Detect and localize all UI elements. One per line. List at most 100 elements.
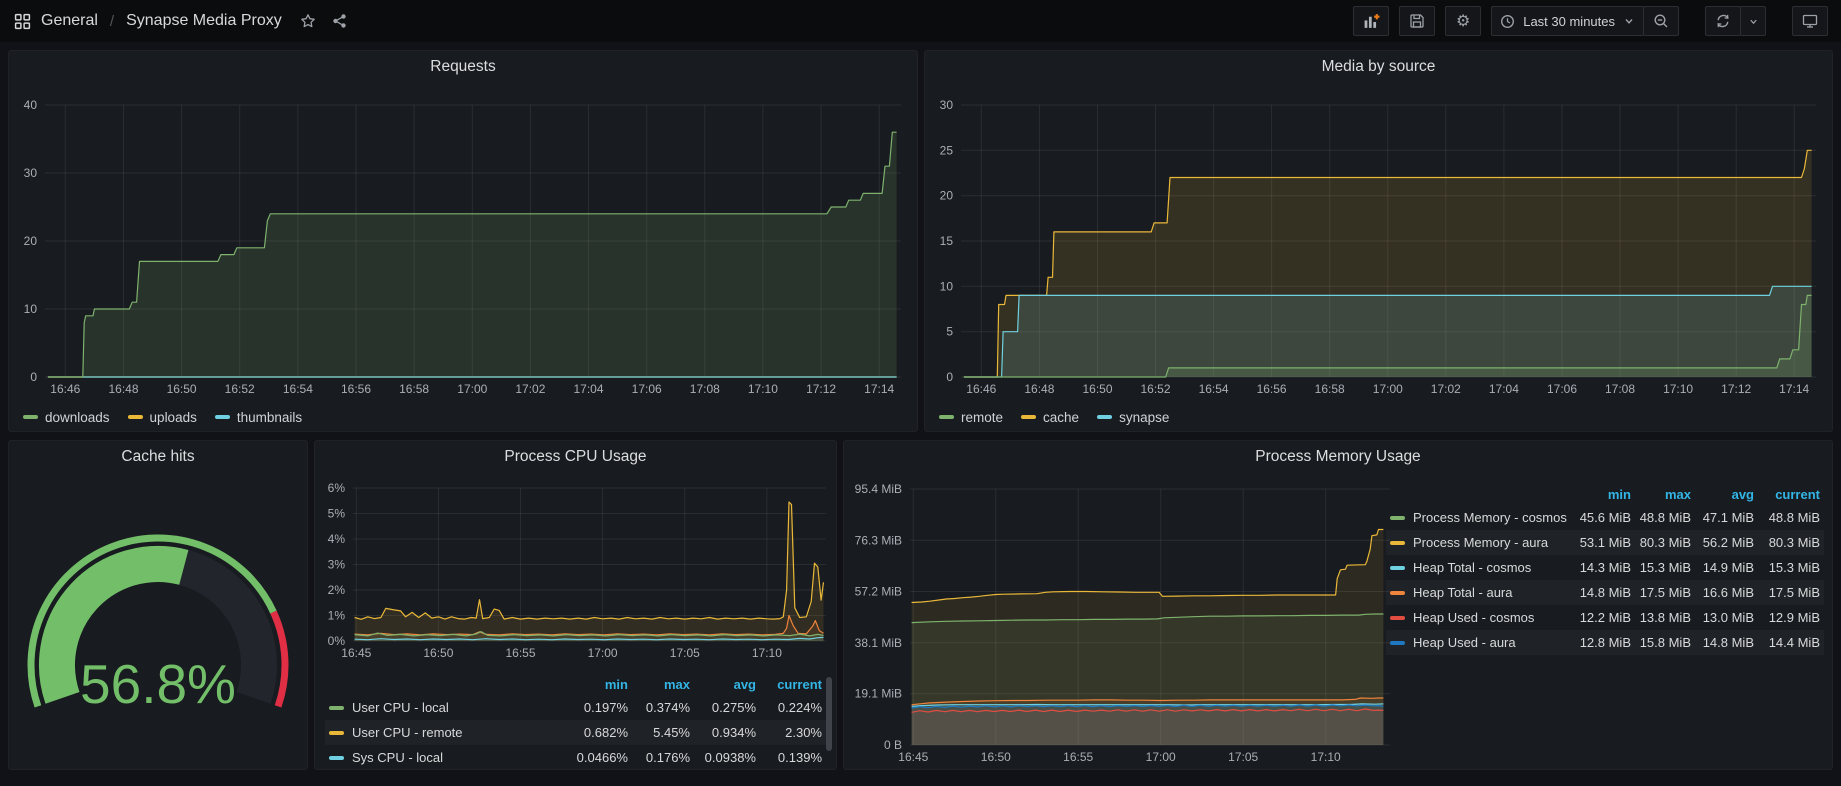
legend-label: synapse — [1119, 410, 1169, 425]
column-header-min[interactable]: min — [1567, 487, 1631, 502]
svg-text:16:52: 16:52 — [225, 382, 255, 396]
svg-text:16:50: 16:50 — [1082, 382, 1112, 396]
series-stat: 14.8 MiB — [1567, 585, 1631, 600]
svg-text:17:10: 17:10 — [748, 382, 778, 396]
svg-text:16:50: 16:50 — [423, 646, 453, 660]
series-label[interactable]: Process Memory - cosmos — [1390, 510, 1567, 525]
svg-text:16:48: 16:48 — [108, 382, 138, 396]
svg-text:5: 5 — [946, 325, 953, 339]
column-header-min[interactable]: min — [558, 677, 628, 692]
series-stat: 48.8 MiB — [1631, 510, 1691, 525]
series-marker — [329, 706, 344, 710]
legend-item[interactable]: uploads — [128, 410, 197, 425]
add-panel-button[interactable] — [1353, 6, 1389, 36]
legend-item[interactable]: thumbnails — [215, 410, 302, 425]
series-label[interactable]: Heap Used - cosmos — [1390, 610, 1567, 625]
svg-text:16:55: 16:55 — [505, 646, 535, 660]
svg-text:16:45: 16:45 — [898, 750, 928, 764]
column-header-current[interactable]: current — [1754, 487, 1820, 502]
memory-legend-table: minmaxavgcurrent Process Memory - cosmos 4… — [1386, 483, 1824, 655]
series-label[interactable]: User CPU - local — [329, 700, 558, 715]
legend-item[interactable]: downloads — [23, 410, 110, 425]
series-label[interactable]: Process Memory - aura — [1390, 535, 1567, 550]
star-icon[interactable] — [300, 13, 316, 29]
legend-table-row: Sys CPU - local0.0466%0.176%0.0938%0.139… — [325, 745, 826, 770]
series-marker — [1390, 616, 1405, 620]
zoom-out-button[interactable] — [1643, 6, 1679, 36]
column-header-avg[interactable]: avg — [1691, 487, 1754, 502]
series-stat: 15.8 MiB — [1631, 635, 1691, 650]
refresh-icon — [1715, 13, 1731, 29]
dashboards-grid-icon[interactable] — [14, 13, 31, 30]
svg-text:16:54: 16:54 — [1199, 382, 1229, 396]
svg-text:16:50: 16:50 — [981, 750, 1011, 764]
series-stat: 14.3 MiB — [1567, 560, 1631, 575]
series-stat: 16.6 MiB — [1691, 585, 1754, 600]
legend-item[interactable]: synapse — [1097, 410, 1169, 425]
panel-cache-hits: Cache hits 56.8% — [8, 440, 308, 770]
series-stat: 17.5 MiB — [1631, 585, 1691, 600]
legend-item[interactable]: cache — [1021, 410, 1079, 425]
svg-text:17:12: 17:12 — [806, 382, 836, 396]
svg-text:17:14: 17:14 — [864, 382, 894, 396]
panel-process-memory-usage: Process Memory Usage 0 B19.1 MiB38.1 MiB… — [843, 440, 1833, 770]
legend-marker — [939, 415, 954, 419]
cycle-view-mode-button[interactable] — [1792, 6, 1828, 36]
cpu-chart[interactable]: 0%1%2%3%4%5%6%16:4516:5016:5517:0017:051… — [317, 471, 836, 671]
dashboard-title[interactable]: Synapse Media Proxy — [126, 12, 282, 30]
column-header-current[interactable]: current — [756, 677, 822, 692]
series-stat: 47.1 MiB — [1691, 510, 1754, 525]
series-label[interactable]: Heap Total - cosmos — [1390, 560, 1567, 575]
series-marker — [329, 756, 344, 760]
media-legend: remote cache synapse — [939, 406, 1187, 428]
toolbar: ⚙ Last 30 minutes — [1353, 6, 1841, 36]
column-header-avg[interactable]: avg — [690, 677, 756, 692]
panel-title[interactable]: Media by source — [925, 58, 1832, 76]
series-stat: 12.2 MiB — [1567, 610, 1631, 625]
series-label[interactable]: Heap Total - aura — [1390, 585, 1567, 600]
refresh-interval-dropdown[interactable] — [1740, 6, 1766, 36]
series-stat: 0.374% — [628, 700, 690, 715]
breadcrumb-section[interactable]: General — [41, 12, 98, 30]
save-dashboard-button[interactable] — [1399, 6, 1435, 36]
svg-text:16:46: 16:46 — [50, 382, 80, 396]
panel-requests: Requests 01020304016:4616:4816:5016:5216… — [8, 50, 918, 432]
legend-label: downloads — [45, 410, 110, 425]
legend-table-row: User CPU - remote0.682%5.45%0.934%2.30% — [325, 720, 826, 745]
refresh-button[interactable] — [1705, 6, 1741, 36]
legend-table-row: Heap Total - aura14.8 MiB17.5 MiB16.6 Mi… — [1386, 580, 1824, 605]
requests-chart[interactable]: 01020304016:4616:4816:5016:5216:5416:561… — [11, 79, 915, 409]
svg-text:20: 20 — [24, 234, 38, 248]
svg-text:17:06: 17:06 — [632, 382, 662, 396]
panel-title[interactable]: Requests — [9, 58, 917, 76]
time-range-picker[interactable]: Last 30 minutes — [1491, 6, 1644, 36]
memory-chart[interactable]: 0 B19.1 MiB38.1 MiB57.2 MiB76.3 MiB95.4 … — [846, 471, 1402, 783]
svg-text:5%: 5% — [328, 507, 346, 521]
share-icon[interactable] — [332, 13, 348, 29]
column-header-max[interactable]: max — [1631, 487, 1691, 502]
svg-text:3%: 3% — [328, 558, 346, 572]
series-label[interactable]: User CPU - remote — [329, 725, 558, 740]
svg-text:17:10: 17:10 — [752, 646, 782, 660]
series-label[interactable]: Heap Used - aura — [1390, 635, 1567, 650]
svg-text:20: 20 — [940, 189, 954, 203]
panel-title[interactable]: Process Memory Usage — [844, 448, 1832, 466]
svg-text:17:08: 17:08 — [690, 382, 720, 396]
svg-text:25: 25 — [940, 143, 954, 157]
panel-title[interactable]: Process CPU Usage — [315, 448, 836, 466]
legend-scrollbar[interactable] — [826, 677, 832, 751]
legend-marker — [128, 415, 143, 419]
legend-table-row: Heap Total - cosmos14.3 MiB15.3 MiB14.9 … — [1386, 555, 1824, 580]
series-label[interactable]: Sys CPU - local — [329, 750, 558, 765]
dashboard-settings-button[interactable]: ⚙ — [1445, 6, 1481, 36]
legend-item[interactable]: remote — [939, 410, 1003, 425]
media-by-source-chart[interactable]: 05101520253016:4616:4816:5016:5216:5416:… — [927, 79, 1830, 409]
series-stat: 0.275% — [690, 700, 756, 715]
svg-text:57.2 MiB: 57.2 MiB — [855, 585, 902, 599]
svg-text:17:04: 17:04 — [573, 382, 603, 396]
series — [912, 530, 1384, 746]
legend-label: cache — [1043, 410, 1079, 425]
time-range-label: Last 30 minutes — [1523, 14, 1615, 29]
svg-text:16:56: 16:56 — [341, 382, 371, 396]
column-header-max[interactable]: max — [628, 677, 690, 692]
